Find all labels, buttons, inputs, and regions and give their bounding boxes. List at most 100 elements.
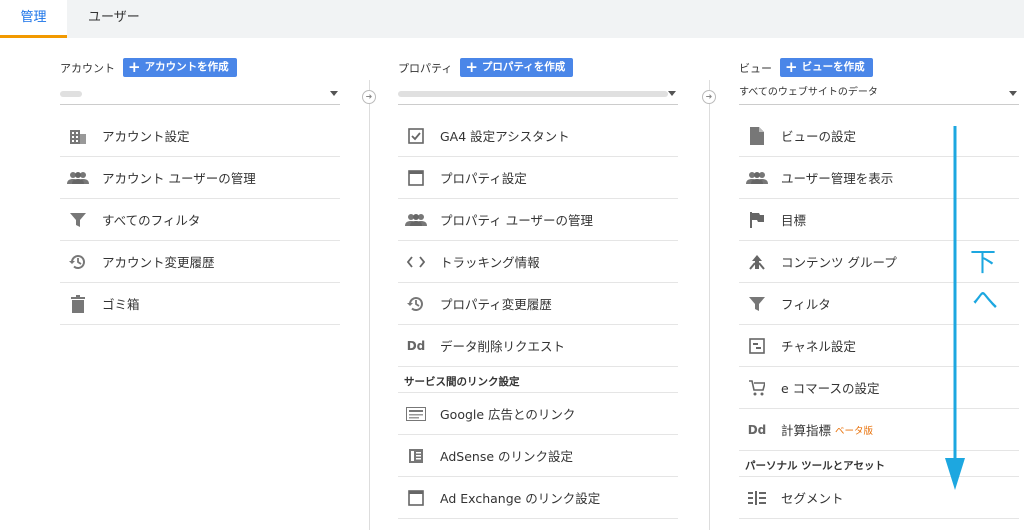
- item-label: AdSense のリンク設定: [440, 449, 573, 464]
- tab-user[interactable]: ユーザー: [88, 0, 140, 38]
- section-heading-links: サービス間のリンク設定: [398, 367, 678, 393]
- property-column: プロパティ + プロパティを作成 GA4 設定アシスタント プロパティ設定 プロ…: [398, 38, 678, 530]
- view-select[interactable]: すべてのウェブサイトのデータ: [739, 83, 1019, 105]
- building-icon: [66, 124, 90, 148]
- item-label: プロパティ変更履歴: [440, 297, 552, 312]
- property-header: プロパティ + プロパティを作成: [398, 58, 574, 77]
- view-item-goals[interactable]: 目標: [739, 199, 1019, 241]
- item-label: Ad Exchange のリンク設定: [440, 491, 601, 506]
- property-item-history[interactable]: プロパティ変更履歴: [398, 283, 678, 325]
- item-label: ビューの設定: [781, 129, 857, 144]
- item-label: Google 広告とのリンク: [440, 407, 576, 422]
- view-item-settings[interactable]: ビューの設定: [739, 115, 1019, 157]
- view-item-channel-settings[interactable]: チャネル設定: [739, 325, 1019, 367]
- annotation-text-line2: へ: [972, 286, 999, 316]
- view-header: ビュー + ビューを作成: [739, 58, 873, 77]
- create-view-label: ビューを作成: [801, 61, 865, 73]
- create-account-button[interactable]: + アカウントを作成: [123, 58, 237, 77]
- property-item-ga4-assistant[interactable]: GA4 設定アシスタント: [398, 115, 678, 157]
- annotation-text-line1: 下: [970, 248, 997, 278]
- item-label: ゴミ箱: [102, 297, 140, 312]
- dd-icon: Dd: [747, 422, 767, 437]
- arrow-right-icon: ➜: [702, 90, 716, 104]
- down-arrow-annotation: [945, 126, 965, 490]
- property-item-google-ads[interactable]: Google 広告とのリンク: [398, 393, 678, 435]
- section-heading-personal-tools: パーソナル ツールとアセット: [739, 451, 1019, 477]
- filter-icon: [745, 292, 769, 316]
- code-icon: [404, 250, 428, 274]
- create-view-button[interactable]: + ビューを作成: [780, 58, 873, 77]
- filter-icon: [66, 208, 90, 232]
- window-icon: [404, 486, 428, 510]
- view-column: ビュー + ビューを作成 すべてのウェブサイトのデータ ビューの設定 ユーザー管…: [739, 38, 1019, 530]
- channel-icon: [745, 334, 769, 358]
- account-column: アカウント + アカウントを作成 アカウント設定 アカウント ユーザーの管理 す…: [60, 38, 340, 530]
- create-property-label: プロパティを作成: [481, 61, 566, 73]
- property-item-data-deletion[interactable]: Dd データ削除リクエスト: [398, 325, 678, 367]
- tab-admin[interactable]: 管理: [0, 0, 67, 38]
- item-label: トラッキング情報: [440, 255, 540, 270]
- plus-icon: +: [128, 58, 141, 76]
- item-label: ユーザー管理を表示: [781, 171, 894, 186]
- plus-icon: +: [785, 58, 798, 76]
- window-icon: [404, 166, 428, 190]
- create-property-button[interactable]: + プロパティを作成: [460, 58, 574, 77]
- column-divider: [709, 80, 710, 530]
- property-item-tracking[interactable]: トラッキング情報: [398, 241, 678, 283]
- account-label: アカウント: [60, 61, 115, 75]
- property-label: プロパティ: [398, 61, 453, 75]
- document-icon: [745, 124, 769, 148]
- people-icon: [745, 166, 769, 190]
- redacted-value: [398, 91, 668, 97]
- google-ads-icon: [404, 402, 428, 426]
- people-icon: [66, 166, 90, 190]
- account-select[interactable]: [60, 83, 340, 105]
- item-label: 目標: [781, 213, 807, 228]
- chevron-down-icon: [330, 91, 338, 96]
- create-account-label: アカウントを作成: [144, 61, 229, 73]
- flag-icon: [745, 208, 769, 232]
- people-icon: [404, 208, 428, 232]
- trash-icon: [66, 292, 90, 316]
- account-item-settings[interactable]: アカウント設定: [60, 115, 340, 157]
- account-item-filters[interactable]: すべてのフィルタ: [60, 199, 340, 241]
- item-label: プロパティ ユーザーの管理: [440, 213, 593, 228]
- history-icon: [66, 250, 90, 274]
- item-label: チャネル設定: [781, 339, 856, 354]
- item-label: セグメント: [781, 491, 844, 506]
- property-item-users[interactable]: プロパティ ユーザーの管理: [398, 199, 678, 241]
- account-item-users[interactable]: アカウント ユーザーの管理: [60, 157, 340, 199]
- property-select[interactable]: [398, 83, 678, 105]
- history-icon: [404, 292, 428, 316]
- view-item-ecommerce[interactable]: e コマースの設定: [739, 367, 1019, 409]
- column-divider: [369, 80, 370, 530]
- view-item-segments[interactable]: セグメント: [739, 477, 1019, 519]
- account-menu: アカウント設定 アカウント ユーザーの管理 すべてのフィルタ アカウント変更履歴…: [60, 115, 340, 325]
- item-label: 計算指標: [781, 423, 832, 438]
- item-label: e コマースの設定: [781, 381, 880, 396]
- property-item-adsense[interactable]: AdSense のリンク設定: [398, 435, 678, 477]
- view-menu: ビューの設定 ユーザー管理を表示 目標 コンテンツ グループ フィルタ チャネル…: [739, 115, 1019, 519]
- item-label: GA4 設定アシスタント: [440, 129, 570, 144]
- property-item-settings[interactable]: プロパティ設定: [398, 157, 678, 199]
- checkbox-icon: [404, 124, 428, 148]
- account-item-history[interactable]: アカウント変更履歴: [60, 241, 340, 283]
- item-label: フィルタ: [781, 297, 831, 312]
- item-label: アカウント設定: [102, 129, 190, 144]
- segment-icon: [745, 486, 769, 510]
- item-label: アカウント ユーザーの管理: [102, 171, 256, 186]
- view-item-calculated-metrics[interactable]: Dd 計算指標 ベータ版: [739, 409, 1019, 451]
- view-item-users[interactable]: ユーザー管理を表示: [739, 157, 1019, 199]
- account-item-trash[interactable]: ゴミ箱: [60, 283, 340, 325]
- view-select-value: すべてのウェブサイトのデータ: [739, 87, 878, 98]
- item-label: アカウント変更履歴: [102, 255, 215, 270]
- item-label: コンテンツ グループ: [781, 255, 897, 270]
- property-menu: GA4 設定アシスタント プロパティ設定 プロパティ ユーザーの管理 トラッキン…: [398, 115, 678, 519]
- item-label: プロパティ設定: [440, 171, 527, 186]
- item-label: データ削除リクエスト: [440, 339, 566, 354]
- property-item-ad-exchange[interactable]: Ad Exchange のリンク設定: [398, 477, 678, 519]
- cart-icon: [745, 376, 769, 400]
- content-group-icon: [745, 250, 769, 274]
- account-header: アカウント + アカウントを作成: [60, 58, 237, 77]
- adsense-icon: [404, 444, 428, 468]
